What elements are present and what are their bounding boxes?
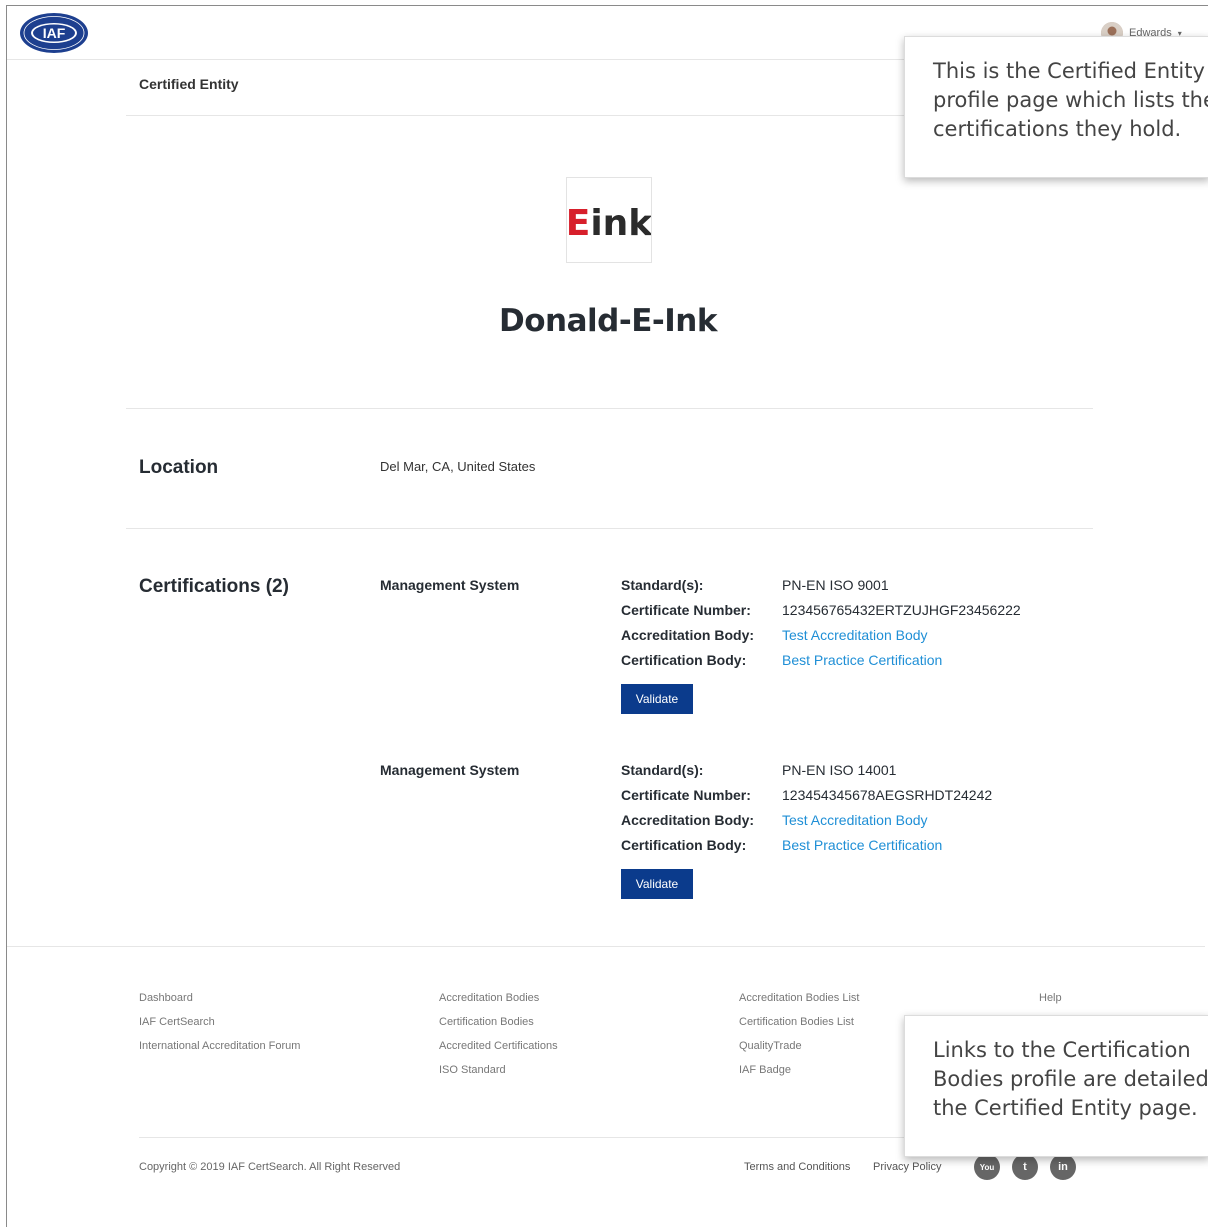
page-title: Certified Entity xyxy=(139,76,239,92)
divider xyxy=(126,528,1093,529)
location-value: Del Mar, CA, United States xyxy=(380,459,536,474)
iaf-logo[interactable]: IAF xyxy=(19,12,89,54)
standard-row: Standard(s): PN-EN ISO 14001 xyxy=(621,762,992,787)
footer-link-accreditation-bodies[interactable]: Accreditation Bodies xyxy=(439,992,558,1016)
callout-line: certifications they hold. xyxy=(933,117,1182,141)
standard-value: PN-EN ISO 14001 xyxy=(782,762,897,778)
accreditation-body-row: Accreditation Body: Test Accreditation B… xyxy=(621,812,992,837)
footer-link-dashboard[interactable]: Dashboard xyxy=(139,992,300,1016)
certificate-number-row: Certificate Number: 123456765432ERTZUJHG… xyxy=(621,602,1021,627)
callout-line: Links to the Certification xyxy=(933,1038,1191,1062)
callout-line: Bodies profile are detailed in xyxy=(933,1067,1208,1091)
certificate-number-label: Certificate Number: xyxy=(621,787,751,803)
certificate-number-value: 123456765432ERTZUJHGF23456222 xyxy=(782,602,1021,618)
certification-body-label: Certification Body: xyxy=(621,837,747,853)
footer-link-certification-bodies[interactable]: Certification Bodies xyxy=(439,1016,558,1040)
entity-logo: Eink xyxy=(566,177,652,263)
certificate-number-row: Certificate Number: 123454345678AEGSRHDT… xyxy=(621,787,992,812)
certification-body-link[interactable]: Best Practice Certification xyxy=(782,837,942,853)
certificate-number-value: 123454345678AEGSRHDT24242 xyxy=(782,787,993,803)
annotation-callout-bottom: Links to the Certification Bodies profil… xyxy=(904,1015,1208,1157)
standard-row: Standard(s): PN-EN ISO 9001 xyxy=(621,577,1021,602)
certification-body-row: Certification Body: Best Practice Certif… xyxy=(621,652,1021,677)
entity-logo-text: Eink xyxy=(567,203,651,244)
certification-card: Management System Standard(s): PN-EN ISO… xyxy=(380,762,1100,922)
callout-line: This is the Certified Entity xyxy=(933,59,1205,83)
divider xyxy=(126,408,1093,409)
validate-button[interactable]: Validate xyxy=(621,684,693,714)
footer-column-1: Dashboard IAF CertSearch International A… xyxy=(139,992,300,1064)
twitter-icon[interactable]: t xyxy=(1012,1154,1038,1180)
terms-link[interactable]: Terms and Conditions xyxy=(744,1161,850,1173)
privacy-link[interactable]: Privacy Policy xyxy=(873,1161,941,1173)
standard-value: PN-EN ISO 9001 xyxy=(782,577,889,593)
footer-column-4: Help xyxy=(1039,992,1062,1016)
callout-line: the Certified Entity page. xyxy=(933,1096,1198,1120)
footer-link-accreditation-bodies-list[interactable]: Accreditation Bodies List xyxy=(739,992,859,1016)
certification-body-row: Certification Body: Best Practice Certif… xyxy=(621,837,992,862)
certification-card: Management System Standard(s): PN-EN ISO… xyxy=(380,577,1100,737)
footer-link-help[interactable]: Help xyxy=(1039,992,1062,1016)
standard-label: Standard(s): xyxy=(621,577,704,593)
copyright: Copyright © 2019 IAF CertSearch. All Rig… xyxy=(139,1161,401,1173)
footer-link-qualitytrade[interactable]: QualityTrade xyxy=(739,1040,859,1064)
accreditation-body-label: Accreditation Body: xyxy=(621,812,755,828)
footer-link-certification-bodies-list[interactable]: Certification Bodies List xyxy=(739,1016,859,1040)
validate-button[interactable]: Validate xyxy=(621,869,693,899)
standard-label: Standard(s): xyxy=(621,762,704,778)
callout-line: profile page which lists the xyxy=(933,88,1208,112)
certifications-heading: Certifications (2) xyxy=(139,576,289,597)
accreditation-body-row: Accreditation Body: Test Accreditation B… xyxy=(621,627,1021,652)
linkedin-icon[interactable]: in xyxy=(1050,1154,1076,1180)
youtube-icon[interactable]: You xyxy=(974,1154,1000,1180)
certification-type: Management System xyxy=(380,577,520,593)
footer-link-iso-standard[interactable]: ISO Standard xyxy=(439,1064,558,1088)
footer-link-iaf[interactable]: International Accreditation Forum xyxy=(139,1040,300,1064)
certification-details: Standard(s): PN-EN ISO 9001 Certificate … xyxy=(621,577,1021,677)
iaf-logo-text: IAF xyxy=(43,25,66,41)
annotation-callout-top: This is the Certified Entity profile pag… xyxy=(904,36,1208,178)
location-heading: Location xyxy=(139,457,219,478)
entity-name: Donald-E-Ink xyxy=(499,303,717,339)
certification-details: Standard(s): PN-EN ISO 14001 Certificate… xyxy=(621,762,992,862)
footer-link-iaf-badge[interactable]: IAF Badge xyxy=(739,1064,859,1088)
accreditation-body-label: Accreditation Body: xyxy=(621,627,755,643)
footer-column-2: Accreditation Bodies Certification Bodie… xyxy=(439,992,558,1088)
certification-type: Management System xyxy=(380,762,520,778)
accreditation-body-link[interactable]: Test Accreditation Body xyxy=(782,627,928,643)
certification-body-label: Certification Body: xyxy=(621,652,747,668)
footer-link-accredited-certifications[interactable]: Accredited Certifications xyxy=(439,1040,558,1064)
footer-column-3: Accreditation Bodies List Certification … xyxy=(739,992,859,1088)
certification-body-link[interactable]: Best Practice Certification xyxy=(782,652,942,668)
app-frame: IAF Edwards ▾ Certified Entity Eink Dona… xyxy=(6,5,1208,1227)
footer-divider xyxy=(7,946,1205,947)
footer-link-iaf-certsearch[interactable]: IAF CertSearch xyxy=(139,1016,300,1040)
accreditation-body-link[interactable]: Test Accreditation Body xyxy=(782,812,928,828)
certificate-number-label: Certificate Number: xyxy=(621,602,751,618)
